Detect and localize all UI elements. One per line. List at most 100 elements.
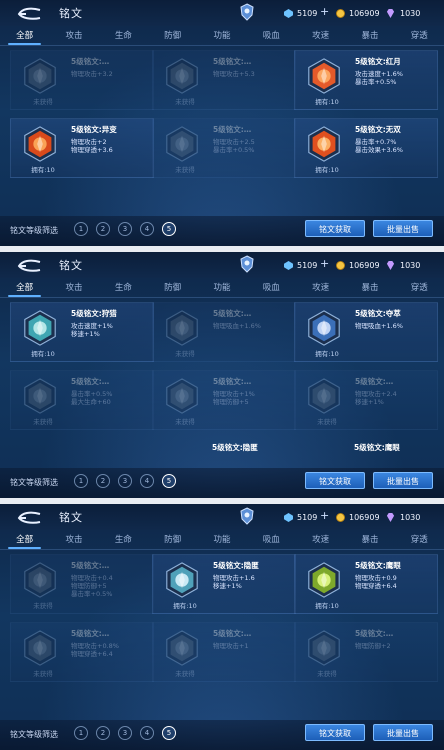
inscription-card[interactable]: 5级铭文:异变 物理攻击+2 物理穿透+3.6 拥有:10: [10, 118, 154, 178]
inscription-name: 5级铭文:…: [213, 57, 252, 66]
inscription-stat: 暴击率+0.5%: [355, 78, 397, 86]
tab-item[interactable]: 全部: [0, 26, 49, 45]
tab-item[interactable]: 攻速: [296, 26, 345, 45]
screen-panel: 铭文 5109 + 106909 1030 全部 攻击 生命 防御 功能 吸血 攻速 暴击 穿透…: [0, 0, 444, 246]
tab-item[interactable]: 穿透: [395, 530, 444, 549]
owned-count: 拥有:10: [315, 602, 339, 610]
tab-item[interactable]: 全部: [0, 278, 49, 297]
gold-coin-icon: [336, 260, 345, 270]
level-filter-button[interactable]: 5: [162, 222, 176, 236]
tab-item[interactable]: 穿透: [395, 26, 444, 45]
level-filter-button[interactable]: 3: [118, 726, 132, 740]
inscription-card[interactable]: 5级铭文:… 物理吸血+1.6% 未获得: [152, 302, 296, 362]
level-filter-button[interactable]: 1: [74, 474, 88, 488]
tab-item[interactable]: 防御: [148, 278, 197, 297]
inscription-name: 5级铭文:鹰眼: [354, 443, 400, 452]
rank-badge-icon[interactable]: [240, 507, 254, 525]
inscription-card[interactable]: 5级铭文:… 物理攻击+1 未获得: [152, 622, 296, 682]
bulk-sell-button[interactable]: 批量出售: [373, 472, 433, 489]
level-filter-button[interactable]: 4: [140, 474, 154, 488]
level-filter-button[interactable]: 1: [74, 222, 88, 236]
inscription-name: 5级铭文:…: [213, 629, 252, 638]
owned-count: 未获得: [33, 670, 53, 678]
inscription-card[interactable]: 5级铭文:… 物理攻击+1% 物理防御+5 未获得: [152, 370, 296, 430]
inscription-card[interactable]: 5级铭文:… 物理攻击+2.5 暴击率+0.5% 未获得: [152, 118, 296, 178]
obtain-inscription-button[interactable]: 铭文获取: [305, 724, 365, 741]
blue-crystal-icon: [284, 512, 293, 522]
tab-item[interactable]: 吸血: [247, 278, 296, 297]
tab-item[interactable]: 生命: [99, 26, 148, 45]
back-icon[interactable]: [16, 258, 42, 272]
inscription-card[interactable]: 5级铭文:隐匿 物理攻击+1.6 移速+1% 拥有:10: [152, 554, 296, 614]
inscription-stat: 物理穿透+6.4: [355, 582, 397, 590]
page-title: 铭文: [59, 7, 83, 20]
inscription-gray-icon: [163, 629, 201, 667]
inscription-card[interactable]: 5级铭文:无双 暴击率+0.7% 暴击效果+3.6% 拥有:10: [294, 118, 438, 178]
bulk-sell-button[interactable]: 批量出售: [373, 220, 433, 237]
inscription-card[interactable]: 5级铭文:夺萃 物理吸血+1.6% 拥有:10: [294, 302, 438, 362]
inscription-card[interactable]: 5级铭文:… 物理防御+2 未获得: [294, 622, 438, 682]
tab-item[interactable]: 功能: [197, 278, 246, 297]
diamond-value: 1030: [400, 260, 421, 270]
inscription-card[interactable]: 5级铭文:… 物理攻击+3.2 未获得: [10, 50, 154, 110]
obtain-inscription-button[interactable]: 铭文获取: [305, 472, 365, 489]
inscription-card[interactable]: 5级铭文:… 物理攻击+0.8% 物理穿透+6.4 未获得: [10, 622, 154, 682]
inscription-stat: 暴击效果+3.6%: [355, 146, 403, 154]
inscription-card[interactable]: 5级铭文:… 暴击率+0.5% 最大生命+60 未获得: [10, 370, 154, 430]
inscription-stat: 物理攻击+5.3: [213, 70, 255, 78]
level-filter-button[interactable]: 4: [140, 222, 154, 236]
tab-item[interactable]: 生命: [99, 278, 148, 297]
diamond-currency: 1030: [385, 258, 420, 272]
inscription-gray-icon: [163, 377, 201, 415]
inscription-card[interactable]: 5级铭文:红月 攻击速度+1.6% 暴击率+0.5% 拥有:10: [294, 50, 438, 110]
level-filter-button[interactable]: 5: [162, 726, 176, 740]
level-filter-button[interactable]: 2: [96, 726, 110, 740]
level-filter-button[interactable]: 3: [118, 474, 132, 488]
tab-item[interactable]: 穿透: [395, 278, 444, 297]
tab-item[interactable]: 暴击: [345, 26, 394, 45]
tab-item[interactable]: 攻击: [49, 278, 98, 297]
inscription-card[interactable]: 5级铭文:鹰眼 物理攻击+0.9 物理穿透+6.4 拥有:10: [294, 554, 438, 614]
tab-item[interactable]: 攻击: [49, 530, 98, 549]
back-icon[interactable]: [16, 510, 42, 524]
gold-coin-icon: [336, 512, 345, 522]
filter-footer: 铭文等级筛选 1 2 3 4 5 铭文获取 批量出售: [0, 216, 444, 246]
tab-item[interactable]: 暴击: [345, 530, 394, 549]
inscription-card[interactable]: 5级铭文:狩猎 攻击速度+1% 移速+1% 拥有:10: [10, 302, 154, 362]
tab-item[interactable]: 攻击: [49, 26, 98, 45]
owned-count: 拥有:10: [315, 98, 339, 106]
tab-item[interactable]: 全部: [0, 530, 49, 549]
top-bar: 铭文 5109 + 106909 1030: [0, 0, 444, 26]
tab-item[interactable]: 防御: [148, 530, 197, 549]
tab-item[interactable]: 功能: [197, 26, 246, 45]
tab-item[interactable]: 吸血: [247, 530, 296, 549]
level-filter-button[interactable]: 5: [162, 474, 176, 488]
tab-item[interactable]: 生命: [99, 530, 148, 549]
owned-count: 拥有:10: [31, 166, 55, 174]
add-crystal-button[interactable]: +: [320, 257, 329, 270]
tab-item[interactable]: 防御: [148, 26, 197, 45]
add-crystal-button[interactable]: +: [320, 509, 329, 522]
inscription-stat: 移速+1%: [71, 330, 100, 338]
owned-count: 拥有:10: [173, 602, 197, 610]
obtain-inscription-button[interactable]: 铭文获取: [305, 220, 365, 237]
level-filter-button[interactable]: 3: [118, 222, 132, 236]
tab-item[interactable]: 暴击: [345, 278, 394, 297]
tab-item[interactable]: 吸血: [247, 26, 296, 45]
bulk-sell-button[interactable]: 批量出售: [373, 724, 433, 741]
level-filter-button[interactable]: 2: [96, 474, 110, 488]
inscription-gray-icon: [305, 377, 343, 415]
level-filter-button[interactable]: 4: [140, 726, 154, 740]
inscription-card[interactable]: 5级铭文:… 物理攻击+2.4 移速+1% 未获得: [294, 370, 438, 430]
level-filter-button[interactable]: 2: [96, 222, 110, 236]
tab-item[interactable]: 攻速: [296, 278, 345, 297]
tab-item[interactable]: 功能: [197, 530, 246, 549]
add-crystal-button[interactable]: +: [320, 5, 329, 18]
rank-badge-icon[interactable]: [240, 3, 254, 21]
inscription-card[interactable]: 5级铭文:… 物理攻击+5.3 未获得: [152, 50, 296, 110]
level-filter-button[interactable]: 1: [74, 726, 88, 740]
inscription-card[interactable]: 5级铭文:… 物理攻击+0.4 物理防御+5 暴击率+0.5% 未获得: [10, 554, 154, 614]
rank-badge-icon[interactable]: [240, 255, 254, 273]
tab-item[interactable]: 攻速: [296, 530, 345, 549]
back-icon[interactable]: [16, 6, 42, 20]
